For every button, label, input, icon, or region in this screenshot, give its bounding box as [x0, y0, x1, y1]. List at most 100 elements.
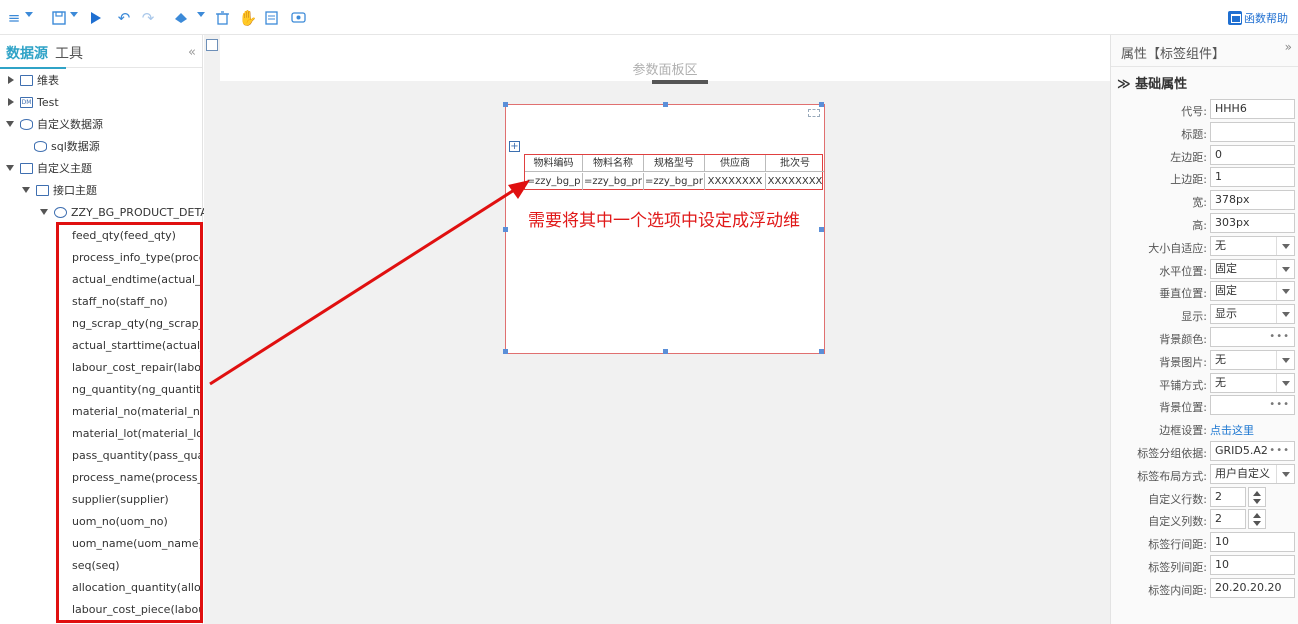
field-item[interactable]: material_no(material_no) — [72, 401, 200, 423]
spinner-arrows-icon[interactable] — [1248, 509, 1266, 530]
tree-item-custom-datasource[interactable]: 自定义数据源 — [6, 113, 103, 135]
chevron-down-icon[interactable] — [25, 12, 33, 17]
grid-data-cell[interactable]: XXXXXXXX — [705, 173, 766, 190]
tree-item-interface-theme[interactable]: 接口主题 — [22, 179, 97, 201]
chevron-down-icon[interactable] — [1276, 350, 1294, 369]
property-select[interactable]: 无 — [1210, 372, 1295, 393]
chevron-down-icon[interactable] — [1276, 282, 1294, 301]
grid-data-cell[interactable]: =zzy_bg_pr — [644, 173, 705, 190]
property-input[interactable]: 1 — [1210, 167, 1295, 188]
add-row-icon[interactable]: + — [509, 141, 520, 152]
tree-item-product-detail[interactable]: ZZY_BG_PRODUCT_DETA — [40, 201, 208, 223]
hand-icon[interactable]: ✋ — [239, 9, 258, 27]
resize-handle[interactable] — [819, 227, 824, 232]
field-item[interactable]: pass_quantity(pass_quan — [72, 445, 200, 467]
tree-item-sql-datasource[interactable]: sql数据源 — [34, 135, 100, 157]
section-basic-props[interactable]: ≫ 基础属性 — [1117, 73, 1187, 92]
field-item[interactable]: labour_cost_piece(labou — [72, 599, 200, 621]
property-spinner[interactable]: 2 — [1210, 509, 1246, 530]
undo-icon[interactable]: ↶ — [116, 9, 132, 27]
run-icon[interactable] — [89, 9, 103, 27]
grid-header-cell[interactable]: 规格型号 — [644, 155, 705, 172]
param-panel-area[interactable]: 参数面板区 — [220, 35, 1110, 84]
field-item[interactable]: process_name(process_n — [72, 467, 200, 489]
chevron-down-icon[interactable] — [1276, 305, 1294, 324]
property-input[interactable]: ••• — [1210, 327, 1295, 347]
spinner-arrows-icon[interactable] — [1248, 486, 1266, 507]
resize-handle[interactable] — [503, 102, 508, 107]
redo-icon[interactable]: ↷ — [140, 9, 156, 27]
expand-panel-icon[interactable]: » — [1285, 40, 1292, 54]
more-options-icon[interactable]: ••• — [1269, 442, 1290, 460]
field-item[interactable]: labour_cost_repair(labou — [72, 357, 200, 379]
delete-icon[interactable] — [215, 9, 229, 27]
grid-data-cell[interactable]: =zzy_bg_pr — [583, 173, 644, 190]
property-input[interactable]: GRID5.A2 ••• — [1210, 441, 1295, 461]
field-item[interactable]: seq(seq) — [72, 555, 200, 577]
field-item[interactable]: process_info_type(proces — [72, 247, 200, 269]
field-item[interactable]: ng_scrap_qty(ng_scrap_c — [72, 313, 200, 335]
chevron-down-icon[interactable] — [1276, 236, 1294, 255]
field-item[interactable]: staff_no(staff_no) — [72, 291, 200, 313]
menu-icon[interactable]: ≡ — [6, 9, 22, 27]
chevron-down-icon[interactable] — [197, 12, 205, 17]
resize-handle[interactable] — [503, 349, 508, 354]
data-grid[interactable]: 物料编码 =zzy_bg_p 物料名称 =zzy_bg_pr 规格型号 =zzy_bg_p… — [524, 154, 824, 190]
tab-datasource[interactable]: 数据源 — [0, 43, 66, 69]
label-component[interactable]: + 物料编码 =zzy_bg_p 物料名称 =zzy_bg_pr 规格型号 =zzy_bg… — [503, 102, 825, 354]
save-icon[interactable] — [51, 9, 67, 27]
resize-handle[interactable] — [819, 349, 824, 354]
chevron-down-icon[interactable] — [1276, 373, 1294, 392]
grid-data-cell[interactable]: XXXXXXXX — [766, 173, 824, 190]
property-select[interactable]: 固定 — [1210, 281, 1295, 302]
collapse-arrow-icon[interactable] — [40, 209, 48, 215]
field-item[interactable]: ng_quantity(ng_quantity — [72, 379, 200, 401]
resize-handle[interactable] — [663, 349, 668, 354]
grid-header-cell[interactable]: 物料编码 — [525, 155, 583, 172]
property-select[interactable]: 显示 — [1210, 304, 1295, 325]
border-settings-link[interactable]: 点击这里 — [1210, 422, 1254, 438]
property-input[interactable]: HHH6 — [1210, 99, 1295, 119]
property-input[interactable]: 10 — [1210, 555, 1295, 575]
expand-arrow-icon[interactable] — [8, 76, 14, 84]
collapse-arrow-icon[interactable] — [22, 187, 30, 193]
tree-item-dimtable[interactable]: 维表 — [8, 69, 59, 91]
property-spinner[interactable]: 2 — [1210, 486, 1246, 507]
field-item[interactable]: supplier(supplier) — [72, 489, 200, 511]
resize-handle[interactable] — [503, 227, 508, 232]
resize-handle[interactable] — [663, 102, 668, 107]
chevron-down-icon[interactable] — [70, 12, 78, 17]
field-item[interactable]: uom_name(uom_name) — [72, 533, 200, 555]
preview-icon[interactable] — [290, 9, 306, 27]
field-item[interactable]: material_lot(material_lot) — [72, 423, 200, 445]
grid-header-cell[interactable]: 批次号 — [766, 155, 824, 172]
template-icon[interactable] — [264, 9, 278, 27]
property-input[interactable]: 20.20.20.20 — [1210, 577, 1295, 598]
resize-handle[interactable] — [819, 102, 824, 107]
property-input[interactable]: ••• — [1210, 395, 1295, 416]
more-options-icon[interactable]: ••• — [1269, 328, 1290, 346]
field-item[interactable]: feed_qty(feed_qty) — [72, 225, 200, 247]
property-select[interactable]: 无 — [1210, 349, 1295, 370]
field-item[interactable]: uom_no(uom_no) — [72, 511, 200, 533]
expand-arrow-icon[interactable] — [8, 98, 14, 106]
chevron-down-icon[interactable] — [1276, 464, 1294, 483]
field-item[interactable]: actual_endtime(actual_er — [72, 269, 200, 291]
component-settings-icon[interactable] — [808, 109, 820, 117]
function-help-button[interactable]: 函数帮助 — [1228, 10, 1288, 26]
tree-item-test[interactable]: DM Test — [8, 91, 59, 113]
property-input[interactable]: 378px — [1210, 190, 1295, 211]
property-input[interactable] — [1210, 121, 1295, 142]
param-panel-resize-handle[interactable] — [652, 80, 708, 84]
property-input[interactable]: 10 — [1210, 532, 1295, 553]
grid-toggle-icon[interactable] — [206, 39, 218, 51]
brush-icon[interactable] — [173, 9, 189, 27]
tab-tools[interactable]: 工具 — [55, 43, 83, 63]
collapse-panel-icon[interactable]: « — [188, 45, 196, 60]
field-item[interactable]: allocation_quantity(alloc — [72, 577, 200, 599]
grid-header-cell[interactable]: 物料名称 — [583, 155, 644, 172]
more-options-icon[interactable]: ••• — [1269, 396, 1290, 414]
grid-header-cell[interactable]: 供应商 — [705, 155, 766, 172]
tree-item-custom-theme[interactable]: 自定义主题 — [6, 157, 92, 179]
field-item[interactable]: actual_starttime(actual_s — [72, 335, 200, 357]
